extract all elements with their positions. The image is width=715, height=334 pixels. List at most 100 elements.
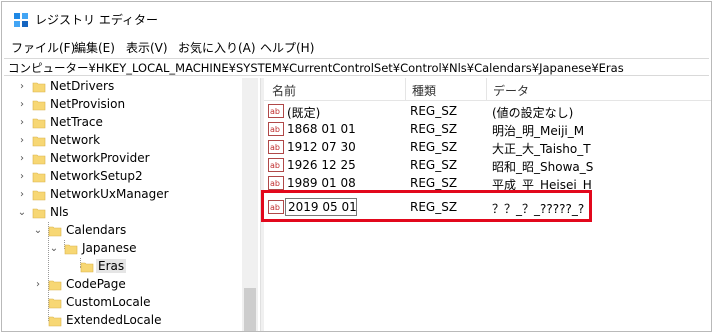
value-row[interactable]: ab 1926 12 25 REG_SZ 昭和_昭_Showa_S [264,156,711,174]
svg-text:ab: ab [270,107,280,116]
tree-item-eras[interactable]: Eras [2,258,242,276]
value-type: REG_SZ [410,176,458,190]
svg-text:ab: ab [270,125,280,134]
value-row[interactable]: ab 1868 01 01 REG_SZ 明治_明_Meiji_M [264,120,711,138]
tree-item-label: ExtendedLocale [66,313,162,327]
column-divider[interactable] [486,78,487,100]
reg-string-icon: ab [268,176,284,190]
value-row[interactable]: ab 1912 07 30 REG_SZ 大正_大_Taisho_T [264,138,711,156]
list-header: 名前 種類 データ [264,78,711,101]
column-header-data[interactable]: データ [493,82,529,99]
folder-icon [32,190,46,201]
value-type: REG_SZ [410,104,458,118]
registry-editor-window: レジストリ エディター ファイル(F) 編集(E) 表示(V) お気に入り(A)… [1,1,712,332]
svg-text:ab: ab [270,179,280,188]
tree-item-label: NetTrace [50,115,103,129]
tree-item-label: Eras [96,259,127,273]
tree-item-networkuxmanager[interactable]: › NetworkUxManager [2,186,242,204]
value-data: 昭和_昭_Showa_S [492,160,594,174]
tree-item-networkprovider[interactable]: › NetworkProvider [2,150,242,168]
svg-text:ab: ab [270,143,280,152]
registry-editor-icon [14,13,28,27]
value-type: REG_SZ [410,140,458,154]
collapse-icon[interactable]: ⌄ [49,243,59,255]
reg-string-icon: ab [268,158,284,172]
folder-icon [48,298,62,309]
tree-item-label: NetworkUxManager [50,187,169,201]
value-name: 1926 12 25 [287,158,356,172]
folder-icon [32,136,46,147]
value-name: 1989 01 08 [287,176,356,190]
column-header-type[interactable]: 種類 [412,82,436,99]
tree-item-nettrace[interactable]: › NetTrace [2,114,242,132]
folder-open-icon [64,244,78,255]
menu-edit[interactable]: 編集(E) [74,39,115,56]
expand-icon[interactable]: › [17,117,27,129]
expand-icon[interactable]: › [17,171,27,183]
tree-item-netprovision[interactable]: › NetProvision [2,96,242,114]
scrollbar-thumb[interactable] [244,288,256,331]
value-name: 1868 01 01 [287,122,356,136]
highlight-box [261,190,592,222]
tree-item-label: CustomLocale [66,295,151,309]
svg-text:ab: ab [270,161,280,170]
value-row[interactable]: ab (既定) REG_SZ (値の設定なし) [264,102,711,120]
tree-item-netdrivers[interactable]: › NetDrivers [2,78,242,96]
value-data: 明治_明_Meiji_M [492,124,585,138]
title-bar: レジストリ エディター [2,2,711,36]
menu-favorites[interactable]: お気に入り(A) [178,39,256,56]
menu-view[interactable]: 表示(V) [126,39,168,56]
expand-icon[interactable]: › [17,153,27,165]
folder-icon [32,100,46,111]
value-type: REG_SZ [410,158,458,172]
tree-item-label: NetworkProvider [50,151,150,165]
value-type: REG_SZ [410,122,458,136]
tree-item-nls[interactable]: ⌄ Nls [2,204,242,222]
tree-item-label: Nls [50,205,69,219]
folder-open-icon [48,226,62,237]
value-data: (値の設定なし) [492,106,574,120]
tree-item-japanese[interactable]: ⌄ Japanese [2,240,242,258]
tree-item-label: Japanese [82,241,137,255]
value-data: 大正_大_Taisho_T [492,142,591,156]
folder-icon [48,280,62,291]
expand-icon[interactable]: › [17,135,27,147]
value-name: (既定) [287,106,321,120]
tree-item-label: Network [50,133,101,147]
expand-icon[interactable]: › [17,189,27,201]
tree-item-label: NetProvision [50,97,126,111]
expand-icon[interactable]: › [33,279,43,291]
collapse-icon[interactable]: ⌄ [17,207,27,219]
folder-open-icon [32,208,46,219]
tree-item-calendars[interactable]: ⌄ Calendars [2,222,242,240]
reg-string-icon: ab [268,140,284,154]
column-header-name[interactable]: 名前 [272,82,296,99]
menu-file[interactable]: ファイル(F) [11,39,75,56]
tree-scrollbar[interactable] [242,78,258,331]
window-title: レジストリ エディター [35,13,158,27]
collapse-icon[interactable]: ⌄ [33,225,43,237]
folder-icon [32,154,46,165]
tree-item-extendedlocale[interactable]: ExtendedLocale [2,312,242,330]
folder-icon [32,82,46,93]
key-tree: › NetDrivers › NetProvision › NetTrace ›… [2,78,258,331]
menu-bar: ファイル(F) 編集(E) 表示(V) お気に入り(A) ヘルプ(H) [2,36,711,58]
tree-item-label: NetworkSetup2 [50,169,143,183]
folder-icon [32,172,46,183]
expand-icon[interactable]: › [17,81,27,93]
tree-item-label: CodePage [66,277,126,291]
folder-icon [32,118,46,129]
reg-string-icon: ab [268,122,284,136]
column-divider[interactable] [405,78,406,100]
tree-item-network[interactable]: › Network [2,132,242,150]
folder-icon [80,262,94,273]
address-bar[interactable]: コンピューター¥HKEY_LOCAL_MACHINE¥SYSTEM¥Curren… [4,58,709,76]
tree-item-codepage[interactable]: › CodePage [2,276,242,294]
tree-item-networksetup2[interactable]: › NetworkSetup2 [2,168,242,186]
value-name: 1912 07 30 [287,140,356,154]
menu-help[interactable]: ヘルプ(H) [260,39,314,56]
tree-item-label: NetDrivers [50,79,115,93]
folder-icon [48,316,62,327]
tree-item-customlocale[interactable]: CustomLocale [2,294,242,312]
expand-icon[interactable]: › [17,99,27,111]
